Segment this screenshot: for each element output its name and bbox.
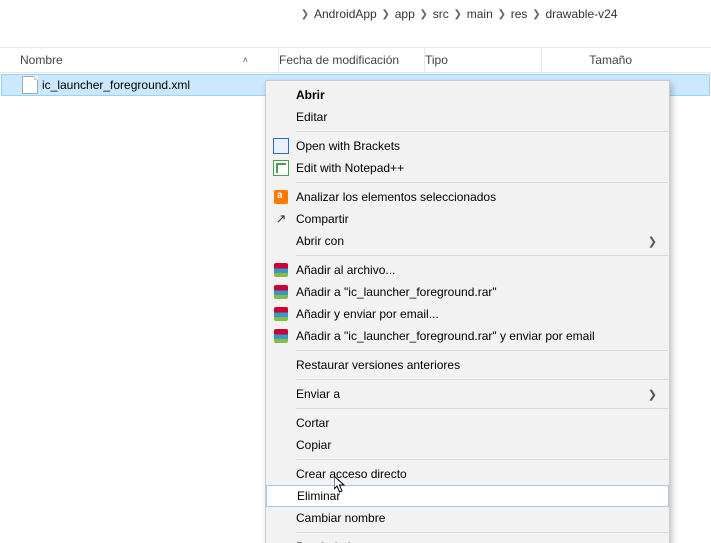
col-name-label: Nombre — [20, 53, 63, 67]
file-name: ic_launcher_foreground.xml — [42, 78, 190, 92]
menu-open-label: Abrir — [296, 88, 657, 102]
breadcrumb[interactable]: ❯ AndroidApp ❯ app ❯ src ❯ main ❯ res ❯ … — [0, 0, 711, 29]
menu-separator — [296, 255, 668, 256]
menu-shortcut[interactable]: Crear acceso directo — [266, 463, 669, 485]
context-menu: Abrir Editar Open with Brackets Edit wit… — [265, 80, 670, 543]
menu-rename[interactable]: Cambiar nombre — [266, 507, 669, 529]
menu-copy[interactable]: Copiar — [266, 434, 669, 456]
blank-icon — [271, 487, 293, 505]
crumb-1[interactable]: app — [391, 7, 419, 21]
menu-brackets-label: Open with Brackets — [296, 139, 657, 153]
menu-sendto[interactable]: Enviar a ❯ — [266, 383, 669, 405]
blank-icon — [270, 414, 292, 432]
menu-add-email-label: Añadir y enviar por email... — [296, 307, 657, 321]
menu-edit-label: Editar — [296, 110, 657, 124]
menu-separator — [296, 408, 668, 409]
menu-avast[interactable]: Analizar los elementos seleccionados — [266, 186, 669, 208]
brackets-icon — [270, 137, 292, 155]
blank-icon — [270, 108, 292, 126]
chevron-right-icon: ❯ — [300, 9, 310, 20]
chevron-right-icon: ❯ — [531, 9, 541, 20]
menu-notepadpp[interactable]: Edit with Notepad++ — [266, 157, 669, 179]
winrar-icon — [270, 283, 292, 301]
menu-add-to-rar[interactable]: Añadir a "ic_launcher_foreground.rar" — [266, 281, 669, 303]
blank-icon — [270, 465, 292, 483]
menu-shortcut-label: Crear acceso directo — [296, 467, 657, 481]
sort-asc-icon: ˄ — [243, 55, 248, 65]
menu-delete-label: Eliminar — [297, 489, 656, 503]
crumb-2[interactable]: src — [429, 7, 453, 21]
chevron-right-icon: ❯ — [497, 9, 507, 20]
menu-separator — [296, 532, 668, 533]
menu-add-email[interactable]: Añadir y enviar por email... — [266, 303, 669, 325]
blank-icon — [270, 436, 292, 454]
menu-copy-label: Copiar — [296, 438, 657, 452]
chevron-right-icon: ❯ — [381, 9, 391, 20]
blank-icon — [270, 509, 292, 527]
menu-edit[interactable]: Editar — [266, 106, 669, 128]
menu-separator — [296, 379, 668, 380]
menu-add-archive[interactable]: Añadir al archivo... — [266, 259, 669, 281]
winrar-icon — [270, 261, 292, 279]
col-type-header[interactable]: Tipo — [425, 48, 542, 72]
menu-add-archive-label: Añadir al archivo... — [296, 263, 657, 277]
notepadpp-icon — [270, 159, 292, 177]
menu-separator — [296, 131, 668, 132]
menu-cut[interactable]: Cortar — [266, 412, 669, 434]
winrar-icon — [270, 327, 292, 345]
menu-separator — [296, 182, 668, 183]
menu-cut-label: Cortar — [296, 416, 657, 430]
menu-add-rar-email[interactable]: Añadir a "ic_launcher_foreground.rar" y … — [266, 325, 669, 347]
winrar-icon — [270, 305, 292, 323]
menu-restore-label: Restaurar versiones anteriores — [296, 358, 657, 372]
menu-notepadpp-label: Edit with Notepad++ — [296, 161, 657, 175]
submenu-arrow-icon: ❯ — [648, 235, 657, 248]
menu-add-to-rar-label: Añadir a "ic_launcher_foreground.rar" — [296, 285, 657, 299]
menu-openwith-label: Abrir con — [296, 234, 648, 248]
submenu-arrow-icon: ❯ — [648, 388, 657, 401]
menu-separator — [296, 350, 668, 351]
menu-avast-label: Analizar los elementos seleccionados — [296, 190, 657, 204]
chevron-right-icon: ❯ — [453, 9, 463, 20]
blank-icon — [270, 356, 292, 374]
chevron-right-icon: ❯ — [419, 9, 429, 20]
blank-icon — [270, 86, 292, 104]
share-icon: ↗ — [270, 210, 292, 228]
crumb-3[interactable]: main — [463, 7, 497, 21]
crumb-5[interactable]: drawable-v24 — [541, 7, 621, 21]
menu-add-rar-email-label: Añadir a "ic_launcher_foreground.rar" y … — [296, 329, 657, 343]
menu-delete[interactable]: Eliminar — [266, 485, 669, 507]
avast-icon — [270, 188, 292, 206]
menu-properties[interactable]: Propiedades — [266, 536, 669, 543]
blank-icon — [270, 538, 292, 543]
menu-rename-label: Cambiar nombre — [296, 511, 657, 525]
menu-share-label: Compartir — [296, 212, 657, 226]
column-headers[interactable]: Nombre ˄ Fecha de modificación Tipo Tama… — [0, 47, 711, 73]
blank-icon — [270, 232, 292, 250]
blank-icon — [270, 385, 292, 403]
col-size-header[interactable]: Tamaño — [542, 53, 642, 67]
menu-openwith[interactable]: Abrir con ❯ — [266, 230, 669, 252]
col-name-header[interactable]: Nombre ˄ — [20, 48, 279, 72]
file-icon — [22, 76, 38, 94]
crumb-0[interactable]: AndroidApp — [310, 7, 381, 21]
menu-open[interactable]: Abrir — [266, 84, 669, 106]
menu-share[interactable]: ↗ Compartir — [266, 208, 669, 230]
col-date-header[interactable]: Fecha de modificación — [279, 48, 425, 72]
menu-brackets[interactable]: Open with Brackets — [266, 135, 669, 157]
crumb-4[interactable]: res — [507, 7, 532, 21]
menu-restore[interactable]: Restaurar versiones anteriores — [266, 354, 669, 376]
menu-sendto-label: Enviar a — [296, 387, 648, 401]
menu-separator — [296, 459, 668, 460]
